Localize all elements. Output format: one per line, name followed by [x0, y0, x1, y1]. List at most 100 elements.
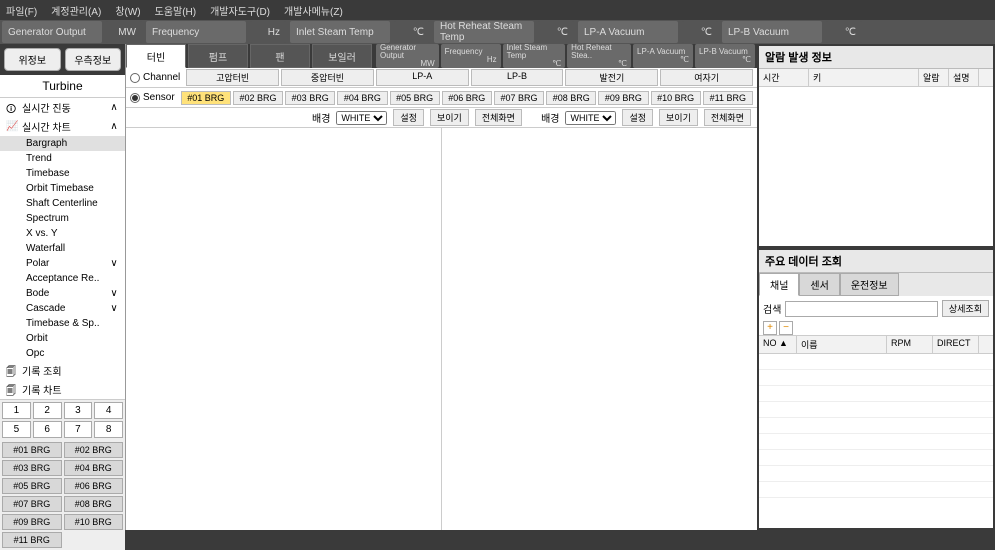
grid-row[interactable] — [759, 450, 993, 466]
grid-col[interactable]: RPM — [887, 336, 933, 353]
brg-button[interactable]: #09 BRG — [2, 514, 62, 530]
num-1[interactable]: 1 — [2, 402, 31, 419]
group-seg[interactable]: 여자기 — [660, 69, 753, 86]
data-tab[interactable]: 채널 — [759, 273, 799, 296]
num-2[interactable]: 2 — [33, 402, 62, 419]
sensor-seg[interactable]: #11 BRG — [703, 91, 753, 105]
tree-item-acceptance-re-[interactable]: Acceptance Re.. — [0, 271, 125, 286]
tab-0[interactable]: 터빈 — [126, 44, 186, 68]
menu-devmenu[interactable]: 개발사메뉴(Z) — [284, 3, 343, 18]
tree-item-timebase[interactable]: Timebase — [0, 166, 125, 181]
num-8[interactable]: 8 — [94, 421, 123, 438]
tree-group[interactable]: 📈실시간 차트∧ — [0, 117, 125, 136]
tree-item-polar[interactable]: Polar∨ — [0, 256, 125, 271]
sensor-seg[interactable]: #08 BRG — [546, 91, 596, 105]
tree-item-cascade[interactable]: Cascade∨ — [0, 301, 125, 316]
grid-row[interactable] — [759, 354, 993, 370]
tree-item-spectrum[interactable]: Spectrum — [0, 211, 125, 226]
group-seg[interactable]: 발전기 — [565, 69, 658, 86]
grid-row[interactable] — [759, 418, 993, 434]
sensor-seg[interactable]: #07 BRG — [494, 91, 544, 105]
tree-item-x-vs-y[interactable]: X vs. Y — [0, 226, 125, 241]
grid-row[interactable] — [759, 434, 993, 450]
sensor-seg[interactable]: #05 BRG — [390, 91, 440, 105]
alarm-col[interactable]: 알람 — [919, 69, 949, 86]
brg-button[interactable]: #02 BRG — [64, 442, 124, 458]
alarm-col[interactable]: 시간 — [759, 69, 809, 86]
show-btn-l[interactable]: 보이기 — [430, 109, 469, 126]
tree-item-orbit-timebase[interactable]: Orbit Timebase — [0, 181, 125, 196]
grid-row[interactable] — [759, 386, 993, 402]
grid-row[interactable] — [759, 402, 993, 418]
full-btn-r[interactable]: 전체화면 — [704, 109, 751, 126]
brg-button[interactable]: #07 BRG — [2, 496, 62, 512]
group-seg[interactable]: LP-A — [376, 69, 469, 86]
brg-button[interactable]: #08 BRG — [64, 496, 124, 512]
tree-item-orbit[interactable]: Orbit — [0, 331, 125, 346]
brg-button[interactable]: #01 BRG — [2, 442, 62, 458]
grid-row[interactable] — [759, 466, 993, 482]
tab-2[interactable]: 팬 — [250, 44, 310, 68]
alarm-col[interactable]: 키 — [809, 69, 919, 86]
sensor-seg[interactable]: #04 BRG — [337, 91, 387, 105]
grid-col[interactable]: 이름 — [797, 336, 887, 353]
num-6[interactable]: 6 — [33, 421, 62, 438]
alarm-col[interactable]: 설명 — [949, 69, 979, 86]
detail-button[interactable]: 상세조회 — [942, 300, 989, 317]
tree-item-opc[interactable]: Opc — [0, 346, 125, 361]
brg-button[interactable]: #05 BRG — [2, 478, 62, 494]
group-seg[interactable]: 고압터빈 — [186, 69, 279, 86]
grid-row[interactable] — [759, 370, 993, 386]
grid-row[interactable] — [759, 482, 993, 498]
data-tab[interactable]: 센서 — [799, 273, 839, 296]
full-btn-l[interactable]: 전체화면 — [475, 109, 522, 126]
dock-info-button[interactable]: 우측정보 — [65, 48, 122, 71]
tree-history[interactable]: 🗐기록 조회 — [0, 361, 125, 380]
sensor-seg[interactable]: #03 BRG — [285, 91, 335, 105]
grid-col[interactable]: NO ▲ — [759, 336, 797, 353]
set-btn-r[interactable]: 설정 — [622, 109, 653, 126]
bg-select-l[interactable]: WHITE — [336, 111, 387, 125]
data-tab[interactable]: 운전정보 — [840, 273, 899, 296]
menu-file[interactable]: 파일(F) — [6, 3, 37, 18]
num-5[interactable]: 5 — [2, 421, 31, 438]
grid-col[interactable]: DIRECT — [933, 336, 979, 353]
num-4[interactable]: 4 — [94, 402, 123, 419]
tree-item-waterfall[interactable]: Waterfall — [0, 241, 125, 256]
sensor-seg[interactable]: #01 BRG — [181, 91, 231, 105]
tab-1[interactable]: 펌프 — [188, 44, 248, 68]
tab-3[interactable]: 보일러 — [312, 44, 372, 68]
menu-window[interactable]: 창(W) — [115, 3, 140, 18]
num-7[interactable]: 7 — [64, 421, 93, 438]
sensor-seg[interactable]: #06 BRG — [442, 91, 492, 105]
canvas-right[interactable] — [442, 128, 757, 530]
set-btn-l[interactable]: 설정 — [393, 109, 424, 126]
loc-info-button[interactable]: 위정보 — [4, 48, 61, 71]
minus-button[interactable]: − — [779, 321, 793, 335]
sensor-seg[interactable]: #10 BRG — [651, 91, 701, 105]
tree-item-bargraph[interactable]: Bargraph — [0, 136, 125, 151]
sensor-seg[interactable]: #02 BRG — [233, 91, 283, 105]
brg-button[interactable]: #11 BRG — [2, 532, 62, 548]
tree-item-shaft-centerline[interactable]: Shaft Centerline — [0, 196, 125, 211]
tree-item-timebase-sp-[interactable]: Timebase & Sp.. — [0, 316, 125, 331]
show-btn-r[interactable]: 보이기 — [659, 109, 698, 126]
brg-button[interactable]: #04 BRG — [64, 460, 124, 476]
menu-account[interactable]: 계정관리(A) — [51, 3, 101, 18]
canvas-left[interactable] — [126, 128, 442, 530]
channel-radio[interactable] — [130, 73, 140, 83]
alarm-body[interactable] — [759, 87, 993, 246]
brg-button[interactable]: #03 BRG — [2, 460, 62, 476]
search-input[interactable] — [785, 301, 937, 317]
group-seg[interactable]: 중압터빈 — [281, 69, 374, 86]
brg-button[interactable]: #10 BRG — [64, 514, 124, 530]
num-3[interactable]: 3 — [64, 402, 93, 419]
menu-help[interactable]: 도움말(H) — [155, 3, 196, 18]
tree-item-bode[interactable]: Bode∨ — [0, 286, 125, 301]
brg-button[interactable]: #06 BRG — [64, 478, 124, 494]
bg-select-r[interactable]: WHITE — [565, 111, 616, 125]
menu-dev[interactable]: 개발자도구(D) — [210, 3, 270, 18]
sensor-radio[interactable] — [130, 93, 140, 103]
group-seg[interactable]: LP-B — [471, 69, 564, 86]
sensor-seg[interactable]: #09 BRG — [598, 91, 648, 105]
